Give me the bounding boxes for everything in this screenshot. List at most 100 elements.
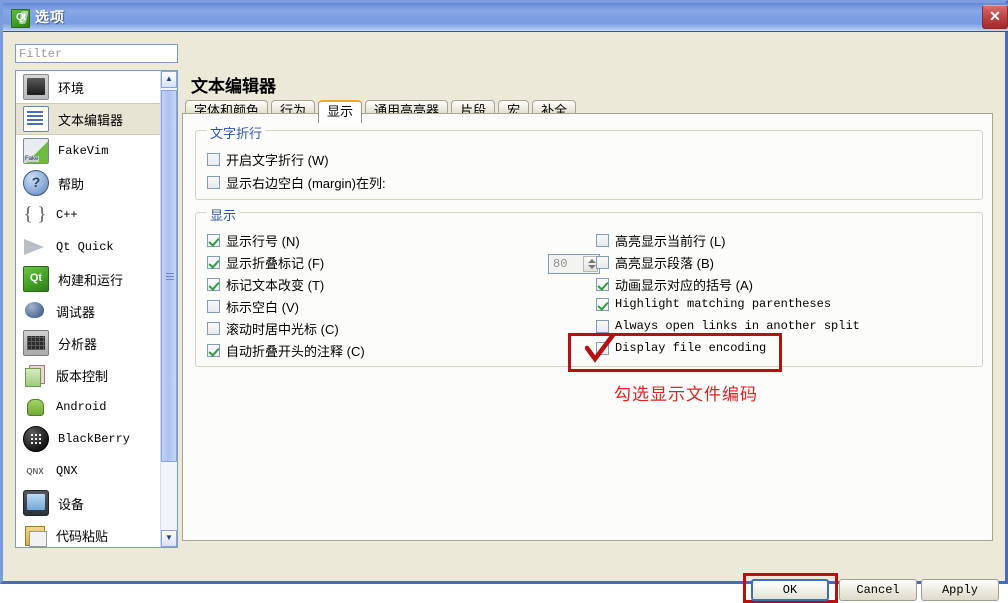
cancel-button[interactable]: Cancel xyxy=(839,579,917,601)
checkbox-show-folding-markers[interactable]: 显示折叠标记 (F) xyxy=(207,253,324,272)
sidebar-item-label: 分析器 xyxy=(58,336,98,352)
checkbox-box-icon[interactable] xyxy=(207,256,220,269)
sidebar-item-label: 帮助 xyxy=(58,176,85,192)
sidebar-item-environment[interactable]: 环境 xyxy=(16,71,161,103)
tab-panel-display: 文字折行 开启文字折行 (W) 显示右边空白 (margin)在列: 80 显示… xyxy=(182,113,993,541)
android-icon xyxy=(23,395,47,419)
sidebar-item-qnx[interactable]: QNX QNX xyxy=(16,455,161,487)
sidebar-item-label: BlackBerry xyxy=(58,432,131,446)
scroll-up-icon[interactable]: ▲ xyxy=(161,71,177,88)
checkbox-label: 高亮显示当前行 (L) xyxy=(615,234,726,249)
sidebar-item-fakevim[interactable]: FakeVim xyxy=(16,135,161,167)
blackberry-icon xyxy=(23,426,49,452)
checkbox-box-icon[interactable] xyxy=(596,256,609,269)
sidebar-item-analyzer[interactable]: 分析器 xyxy=(16,327,161,359)
scroll-down-icon[interactable]: ▼ xyxy=(161,530,177,547)
groupbox-title: 文字折行 xyxy=(206,123,267,142)
groupbox-display: 显示 显示行号 (N) 显示折叠标记 (F) 标记文本改变 (T) 标示空白 (… xyxy=(195,205,983,367)
checkbox-label: 开启文字折行 (W) xyxy=(226,153,329,168)
checkbox-label: 显示行号 (N) xyxy=(226,234,300,249)
checkbox-enable-text-wrapping[interactable]: 开启文字折行 (W) xyxy=(207,150,329,169)
groupbox-title: 显示 xyxy=(206,205,241,224)
text-editor-icon xyxy=(23,106,49,132)
checkbox-box-icon[interactable] xyxy=(207,234,220,247)
sidebar-item-version-control[interactable]: 版本控制 xyxy=(16,359,161,391)
dialog-client-area: 环境 文本编辑器 FakeVim ? 帮助 { } C++ xyxy=(3,32,1005,603)
checkbox-label: 滚动时居中光标 (C) xyxy=(226,322,339,337)
sidebar-item-android[interactable]: Android xyxy=(16,391,161,423)
help-question-icon: ? xyxy=(23,170,49,196)
sidebar-item-label: QNX xyxy=(56,464,78,478)
checkbox-box-icon[interactable] xyxy=(596,234,609,247)
code-paste-icon xyxy=(23,523,47,547)
sidebar-item-label: 设备 xyxy=(58,496,85,512)
sidebar-item-blackberry[interactable]: BlackBerry xyxy=(16,423,161,455)
checkbox-label: 显示右边空白 (margin)在列: xyxy=(226,176,386,191)
checkbox-always-open-links-in-another-split[interactable]: Always open links in another split xyxy=(596,319,860,333)
qnx-icon: QNX xyxy=(26,467,44,476)
checkbox-box-icon[interactable] xyxy=(596,341,609,355)
scrollbar-thumb[interactable] xyxy=(161,90,177,462)
checkbox-mark-text-changes[interactable]: 标记文本改变 (T) xyxy=(207,275,324,294)
checkbox-box-icon[interactable] xyxy=(596,278,609,291)
options-dialog-window: Qt 选项 ✕ 环境 文本编辑器 FakeVim xyxy=(0,0,1008,603)
sidebar-item-code-paste[interactable]: 代码粘贴 xyxy=(16,519,161,547)
sidebar-item-label: 文本编辑器 xyxy=(58,112,124,128)
apply-button[interactable]: Apply xyxy=(921,579,999,601)
checkbox-box-icon[interactable] xyxy=(596,297,609,311)
checkbox-highlight-matching-parentheses[interactable]: Highlight matching parentheses xyxy=(596,297,831,311)
sidebar-item-text-editor[interactable]: 文本编辑器 xyxy=(16,103,161,135)
category-list[interactable]: 环境 文本编辑器 FakeVim ? 帮助 { } C++ xyxy=(16,71,161,547)
checkbox-label: 显示折叠标记 (F) xyxy=(226,256,325,271)
debugger-bug-icon xyxy=(23,299,47,323)
scrollbar-grip-icon xyxy=(166,272,174,280)
checkbox-show-line-numbers[interactable]: 显示行号 (N) xyxy=(207,231,300,250)
checkbox-box-icon[interactable] xyxy=(207,278,220,291)
analyzer-icon xyxy=(23,330,49,356)
checkbox-box-icon[interactable] xyxy=(207,322,220,335)
checkbox-display-right-margin[interactable]: 显示右边空白 (margin)在列: xyxy=(207,173,386,192)
checkbox-label: 标记文本改变 (T) xyxy=(226,278,325,293)
sidebar-item-help[interactable]: ? 帮助 xyxy=(16,167,161,199)
sidebar-item-label: Android xyxy=(56,400,107,414)
checkbox-label: Always open links in another split xyxy=(615,319,860,333)
sidebar-item-cpp[interactable]: { } C++ xyxy=(16,199,161,231)
checkbox-highlight-blocks[interactable]: 高亮显示段落 (B) xyxy=(596,253,714,272)
checkbox-auto-fold-first-comment[interactable]: 自动折叠开头的注释 (C) xyxy=(207,341,365,360)
tab-display[interactable]: 显示 xyxy=(318,100,363,123)
page-title: 文本编辑器 xyxy=(191,77,276,96)
filter-input[interactable] xyxy=(15,44,178,63)
checkbox-box-icon[interactable] xyxy=(207,153,220,166)
sidebar-item-debugger[interactable]: 调试器 xyxy=(16,295,161,327)
checkbox-box-icon[interactable] xyxy=(207,176,220,189)
sidebar-item-devices[interactable]: 设备 xyxy=(16,487,161,519)
ok-button[interactable]: OK xyxy=(751,579,829,601)
checkbox-label: Highlight matching parentheses xyxy=(615,297,832,311)
sidebar-item-label: 调试器 xyxy=(56,304,96,320)
checkbox-display-file-encoding[interactable]: Display file encoding xyxy=(596,341,766,355)
checkbox-center-cursor-on-scroll[interactable]: 滚动时居中光标 (C) xyxy=(207,319,339,338)
checkbox-box-icon[interactable] xyxy=(207,344,220,357)
checkbox-label: 高亮显示段落 (B) xyxy=(615,256,714,271)
sidebar-item-label: 代码粘贴 xyxy=(56,528,109,544)
sidebar-item-qt-quick[interactable]: Qt Quick xyxy=(16,231,161,263)
close-icon[interactable]: ✕ xyxy=(982,5,1008,29)
annotation-note-text: 勾选显示文件编码 xyxy=(614,385,758,404)
sidebar-item-label: 版本控制 xyxy=(56,368,109,384)
checkbox-highlight-current-line[interactable]: 高亮显示当前行 (L) xyxy=(596,231,726,250)
build-run-icon: Qt xyxy=(23,266,49,292)
title-bar: Qt 选项 ✕ xyxy=(3,3,1008,32)
sidebar-scrollbar[interactable]: ▲ ▼ xyxy=(160,71,177,547)
sidebar-item-label: 构建和运行 xyxy=(58,272,124,288)
checkbox-box-icon[interactable] xyxy=(596,319,609,333)
monitor-icon xyxy=(23,74,49,100)
checkbox-box-icon[interactable] xyxy=(207,300,220,313)
sidebar-item-label: C++ xyxy=(56,208,78,222)
groupbox-text-wrapping: 文字折行 开启文字折行 (W) 显示右边空白 (margin)在列: xyxy=(195,123,983,200)
sidebar-item-label: 环境 xyxy=(58,80,85,96)
braces-icon: { } xyxy=(23,204,47,225)
checkbox-animate-matching-parentheses[interactable]: 动画显示对应的括号 (A) xyxy=(596,275,753,294)
sidebar-item-build-run[interactable]: Qt 构建和运行 xyxy=(16,263,161,295)
qtquick-icon xyxy=(23,235,47,259)
checkbox-visualize-whitespace[interactable]: 标示空白 (V) xyxy=(207,297,299,316)
